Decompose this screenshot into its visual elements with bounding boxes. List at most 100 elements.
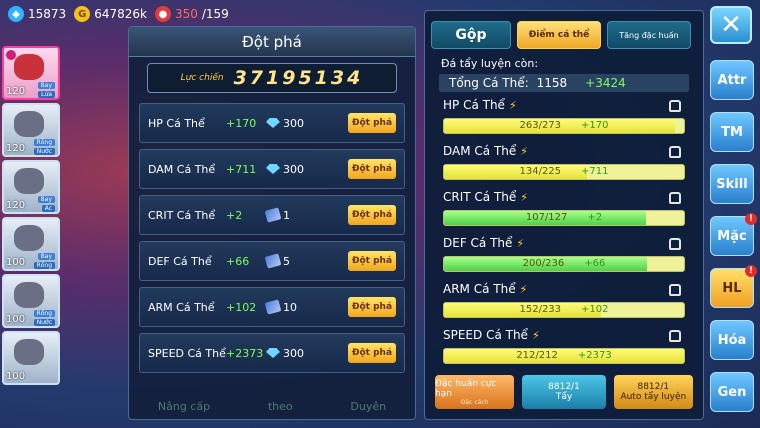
auto-wash-button[interactable]: 8812/1 Auto tẩy luyện <box>613 375 693 409</box>
breakthrough-button[interactable]: Đột phá <box>348 113 396 133</box>
panel-title: Đột phá <box>129 27 415 57</box>
lightning-icon: ⚡ <box>520 144 529 158</box>
pet-slot[interactable]: 100 <box>2 331 60 385</box>
breakthrough-button[interactable]: Đột phá <box>348 251 396 271</box>
stat-row: DEF Cá Thể ⚡ 200/236 +66 <box>443 236 691 282</box>
side-button-skill[interactable]: Skill <box>710 164 754 204</box>
pet-slot[interactable]: Bay Rồng 100 <box>2 217 60 271</box>
diamond-icon <box>266 118 280 128</box>
breakthrough-row: CRIT Cá Thể +2 1 Đột phá <box>139 195 405 235</box>
energy-icon: ● <box>154 6 171 22</box>
auto-wash-count: 8812/1 <box>637 382 670 392</box>
stat-name: DEF Cá Thể <box>443 236 513 250</box>
stat-value: 134/225 <box>519 166 562 177</box>
type-tag: Bay <box>37 253 55 260</box>
training-panel: Gộp Điểm cá thể Tăng đặc huấn Đá tẩy luy… <box>424 10 704 420</box>
nav-upgrade: Nâng cấp <box>157 400 211 413</box>
scroll-icon <box>264 299 282 315</box>
close-button[interactable]: ✕ <box>710 6 752 44</box>
diamond-icon: ◆ <box>8 6 24 22</box>
side-button-hóa[interactable]: Hóa <box>710 320 754 360</box>
breakthrough-button[interactable]: Đột phá <box>348 159 396 179</box>
breakthrough-button[interactable]: Đột phá <box>348 343 396 363</box>
energy-counter: ● 350/159 <box>154 6 229 22</box>
lock-icon[interactable] <box>669 192 681 204</box>
stat-row: HP Cá Thể ⚡ 263/273 +170 <box>443 98 691 144</box>
special-training-button[interactable]: Đặc huấn cực hạn Đặc cách <box>435 375 515 409</box>
coin-icon: G <box>74 6 91 22</box>
coin-counter: G 647826k <box>74 6 147 22</box>
side-button-tm[interactable]: TM <box>710 112 754 152</box>
cost-value: 300 <box>283 162 304 176</box>
lightning-icon: ⚡ <box>516 236 525 250</box>
lightning-icon: ⚡ <box>520 190 528 204</box>
type-tag: Lửa <box>38 91 55 98</box>
tab-merge[interactable]: Gộp <box>431 21 511 49</box>
cost-value: 1 <box>283 208 290 222</box>
total-bar: Tổng Cá Thể: 1158 +3424 <box>439 74 689 92</box>
stat-bonus: +2373 <box>226 346 264 360</box>
tab-special-training[interactable]: Tăng đặc huấn <box>607 21 691 49</box>
stat-bonus: +170 <box>581 120 609 131</box>
alert-badge-icon: ! <box>745 213 757 225</box>
breakthrough-row: HP Cá Thể +170 300 Đột phá <box>139 103 405 143</box>
lightning-icon: ⚡ <box>531 328 540 342</box>
pet-portrait <box>14 282 44 308</box>
side-button-label: TM <box>721 124 743 140</box>
side-button-label: Attr <box>717 72 747 88</box>
pet-slot[interactable]: Rồng Nước 120 <box>2 103 60 157</box>
side-button-attr[interactable]: Attr <box>710 60 754 100</box>
resource-bar: ◆ 15873 G 647826k ● 350/159 <box>0 0 300 28</box>
side-button-mặc[interactable]: Mặc! <box>710 213 757 256</box>
lightning-icon: ⚡ <box>508 98 517 112</box>
stat-name: HP Cá Thể <box>443 98 505 112</box>
pet-slot[interactable]: Bay Ác 120 <box>2 160 60 214</box>
cost-value: 10 <box>283 300 297 314</box>
type-tag: Nước <box>33 148 55 155</box>
stat-name: CRIT Cá Thể <box>148 208 216 222</box>
side-button-gen[interactable]: Gen <box>710 372 754 412</box>
stat-bar-text: 212/212 +2373 <box>444 350 684 361</box>
stat-bar-text: 152/233 +102 <box>444 304 684 315</box>
gem-value: 15873 <box>28 7 67 21</box>
stat-label: SPEED Cá Thể ⚡ <box>443 328 691 342</box>
stat-label: DEF Cá Thể ⚡ <box>443 236 691 250</box>
diamond-icon <box>266 348 280 358</box>
stat-bonus: +66 <box>584 258 606 269</box>
side-menu-buttons: Attr TM Skill Mặc! HL! Hóa Gen <box>710 60 757 412</box>
pet-level: 120 <box>6 143 26 154</box>
wash-button[interactable]: 8812/1 Tẩy <box>522 375 606 409</box>
stat-name: SPEED Cá Thể <box>443 328 528 342</box>
stat-name: CRIT Cá Thể <box>443 190 517 204</box>
breakthrough-button[interactable]: Đột phá <box>348 297 396 317</box>
stat-label: ARM Cá Thể ⚡ <box>443 282 691 296</box>
type-tag: Nước <box>33 319 55 326</box>
lock-icon[interactable] <box>669 284 681 296</box>
cost: 300 <box>266 163 322 176</box>
tab-individual-points[interactable]: Điểm cá thể <box>517 21 601 49</box>
combat-power-value: 37195134 <box>233 67 364 89</box>
cost: 300 <box>266 117 322 130</box>
pet-level: 100 <box>6 314 26 325</box>
lock-icon[interactable] <box>669 330 681 342</box>
breakthrough-button[interactable]: Đột phá <box>348 205 396 225</box>
type-tag: Bay <box>37 82 55 89</box>
pet-slot[interactable]: Bay Lửa 120 <box>2 46 60 100</box>
stat-bar-text: 263/273 +170 <box>444 120 684 131</box>
side-button-label: Gen <box>717 384 747 400</box>
cost: 300 <box>266 347 322 360</box>
cost-value: 5 <box>283 254 290 268</box>
pet-slot[interactable]: Rồng Nước 100 <box>2 274 60 328</box>
total-label: Tổng Cá Thể: <box>449 76 529 90</box>
type-tag: Bay <box>37 196 55 203</box>
stat-progress-bar: 134/225 +711 <box>443 164 685 180</box>
stat-name: HP Cá Thể <box>148 116 205 130</box>
lock-icon[interactable] <box>669 238 681 250</box>
lock-icon[interactable] <box>669 146 681 158</box>
cost: 10 <box>264 299 322 315</box>
pet-level: 120 <box>6 86 26 97</box>
breakthrough-row: DEF Cá Thể +66 5 Đột phá <box>139 241 405 281</box>
scroll-icon <box>264 207 282 223</box>
lock-icon[interactable] <box>669 100 681 112</box>
side-button-hl[interactable]: HL! <box>710 265 757 308</box>
